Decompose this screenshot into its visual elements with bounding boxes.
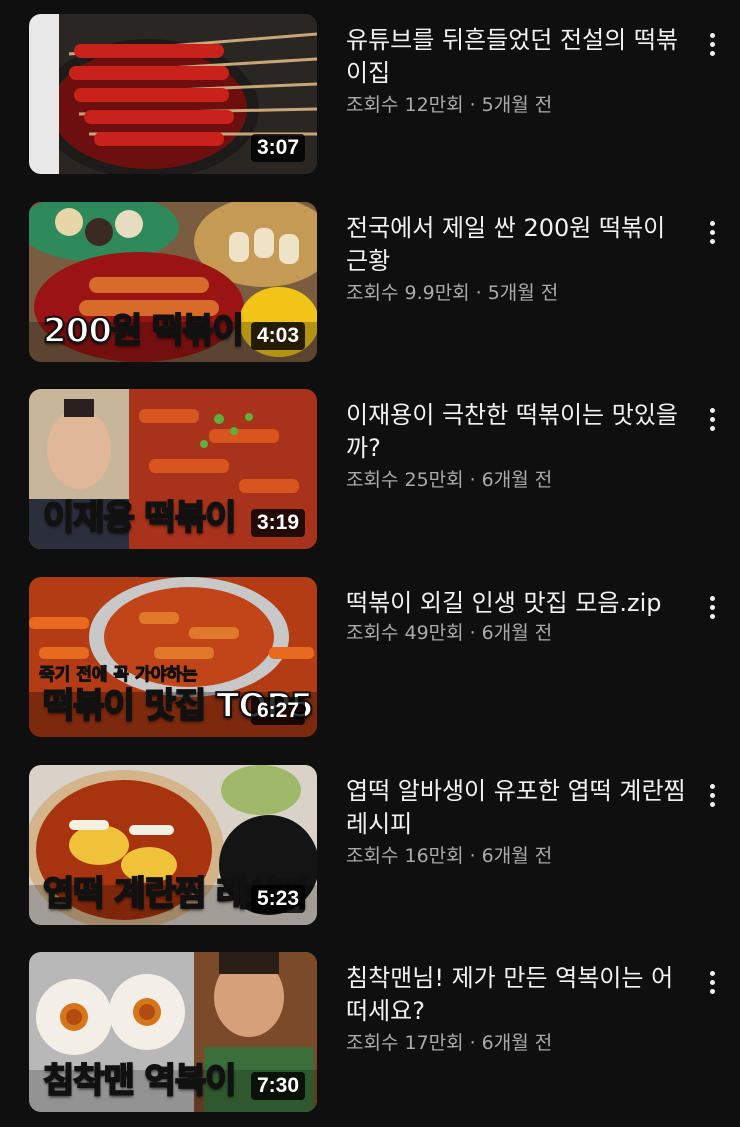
- video-meta: 조회수 9.9만회 · 5개월 전: [346, 278, 558, 305]
- video-views: 조회수 49만회: [346, 622, 464, 644]
- more-vert-icon[interactable]: [700, 26, 724, 62]
- video-item[interactable]: 죽기 전에 꼭 가야하는 떡볶이 맛집 TOP5 6:27 떡볶이 외길 인생 …: [0, 577, 740, 737]
- video-item[interactable]: 엽떡 계란찜 레시피 5:23 엽떡 알바생이 유포한 엽떡 계란찜 레시피 조…: [0, 765, 740, 925]
- video-title[interactable]: 엽떡 알바생이 유포한 엽떡 계란찜 레시피: [346, 775, 691, 841]
- separator-dot: ·: [469, 1032, 476, 1054]
- video-meta: 조회수 49만회 · 6개월 전: [346, 618, 552, 645]
- video-item[interactable]: 이재용 떡볶이 3:19 이재용이 극찬한 떡볶이는 맛있을까? 조회수 25만…: [0, 389, 740, 549]
- video-age: 6개월 전: [481, 1032, 553, 1054]
- separator-dot: ·: [475, 282, 482, 304]
- more-vert-icon[interactable]: [700, 214, 724, 250]
- video-title[interactable]: 이재용이 극찬한 떡볶이는 맛있을까?: [346, 399, 691, 465]
- video-age: 5개월 전: [487, 282, 559, 304]
- video-item[interactable]: 200원 떡볶이 4:03 전국에서 제일 싼 200원 떡볶이 근황 조회수 …: [0, 202, 740, 362]
- video-item[interactable]: 침착맨 역복이 7:30 침착맨님! 제가 만든 역복이는 어떠세요? 조회수 …: [0, 952, 740, 1112]
- video-title[interactable]: 유튜브를 뒤흔들었던 전설의 떡볶이집: [346, 24, 691, 90]
- video-title[interactable]: 침착맨님! 제가 만든 역복이는 어떠세요?: [346, 962, 691, 1028]
- more-vert-icon[interactable]: [700, 401, 724, 437]
- video-meta: 조회수 16만회 · 6개월 전: [346, 841, 552, 868]
- video-duration: 6:27: [250, 697, 305, 725]
- video-thumbnail[interactable]: 침착맨 역복이 7:30: [29, 952, 317, 1112]
- video-duration: 7:30: [250, 1072, 305, 1100]
- video-title[interactable]: 떡볶이 외길 인생 맛집 모음.zip: [346, 587, 691, 620]
- thumbnail-caption: 200원 떡볶이: [42, 310, 245, 352]
- more-vert-icon[interactable]: [700, 777, 724, 813]
- separator-dot: ·: [469, 622, 476, 644]
- video-thumbnail[interactable]: 200원 떡볶이 4:03: [29, 202, 317, 362]
- video-views: 조회수 12만회: [346, 94, 464, 116]
- separator-dot: ·: [469, 469, 476, 491]
- video-views: 조회수 25만회: [346, 469, 464, 491]
- separator-dot: ·: [469, 94, 476, 116]
- video-meta: 조회수 12만회 · 5개월 전: [346, 90, 552, 117]
- separator-dot: ·: [469, 845, 476, 867]
- video-age: 5개월 전: [481, 94, 553, 116]
- video-duration: 4:03: [250, 322, 305, 350]
- video-item[interactable]: 3:07 유튜브를 뒤흔들었던 전설의 떡볶이집 조회수 12만회 · 5개월 전: [0, 14, 740, 174]
- video-thumbnail[interactable]: 엽떡 계란찜 레시피 5:23: [29, 765, 317, 925]
- thumbnail-caption: 이재용 떡볶이: [42, 497, 238, 539]
- video-views: 조회수 16만회: [346, 845, 464, 867]
- video-views: 조회수 9.9만회: [346, 282, 470, 304]
- video-duration: 3:19: [250, 509, 305, 537]
- video-thumbnail[interactable]: 이재용 떡볶이 3:19: [29, 389, 317, 549]
- video-age: 6개월 전: [481, 469, 553, 491]
- video-views: 조회수 17만회: [346, 1032, 464, 1054]
- more-vert-icon[interactable]: [700, 589, 724, 625]
- thumbnail-caption: 침착맨 역복이: [42, 1060, 238, 1102]
- video-duration: 3:07: [250, 134, 305, 162]
- video-age: 6개월 전: [481, 622, 553, 644]
- video-thumbnail[interactable]: 3:07: [29, 14, 317, 174]
- video-duration: 5:23: [250, 885, 305, 913]
- video-thumbnail[interactable]: 죽기 전에 꼭 가야하는 떡볶이 맛집 TOP5 6:27: [29, 577, 317, 737]
- video-age: 6개월 전: [481, 845, 553, 867]
- video-list: 3:07 유튜브를 뒤흔들었던 전설의 떡볶이집 조회수 12만회 · 5개월 전: [0, 0, 740, 1127]
- video-title[interactable]: 전국에서 제일 싼 200원 떡볶이 근황: [346, 212, 691, 278]
- more-vert-icon[interactable]: [700, 964, 724, 1000]
- video-meta: 조회수 17만회 · 6개월 전: [346, 1028, 552, 1055]
- video-meta: 조회수 25만회 · 6개월 전: [346, 465, 552, 492]
